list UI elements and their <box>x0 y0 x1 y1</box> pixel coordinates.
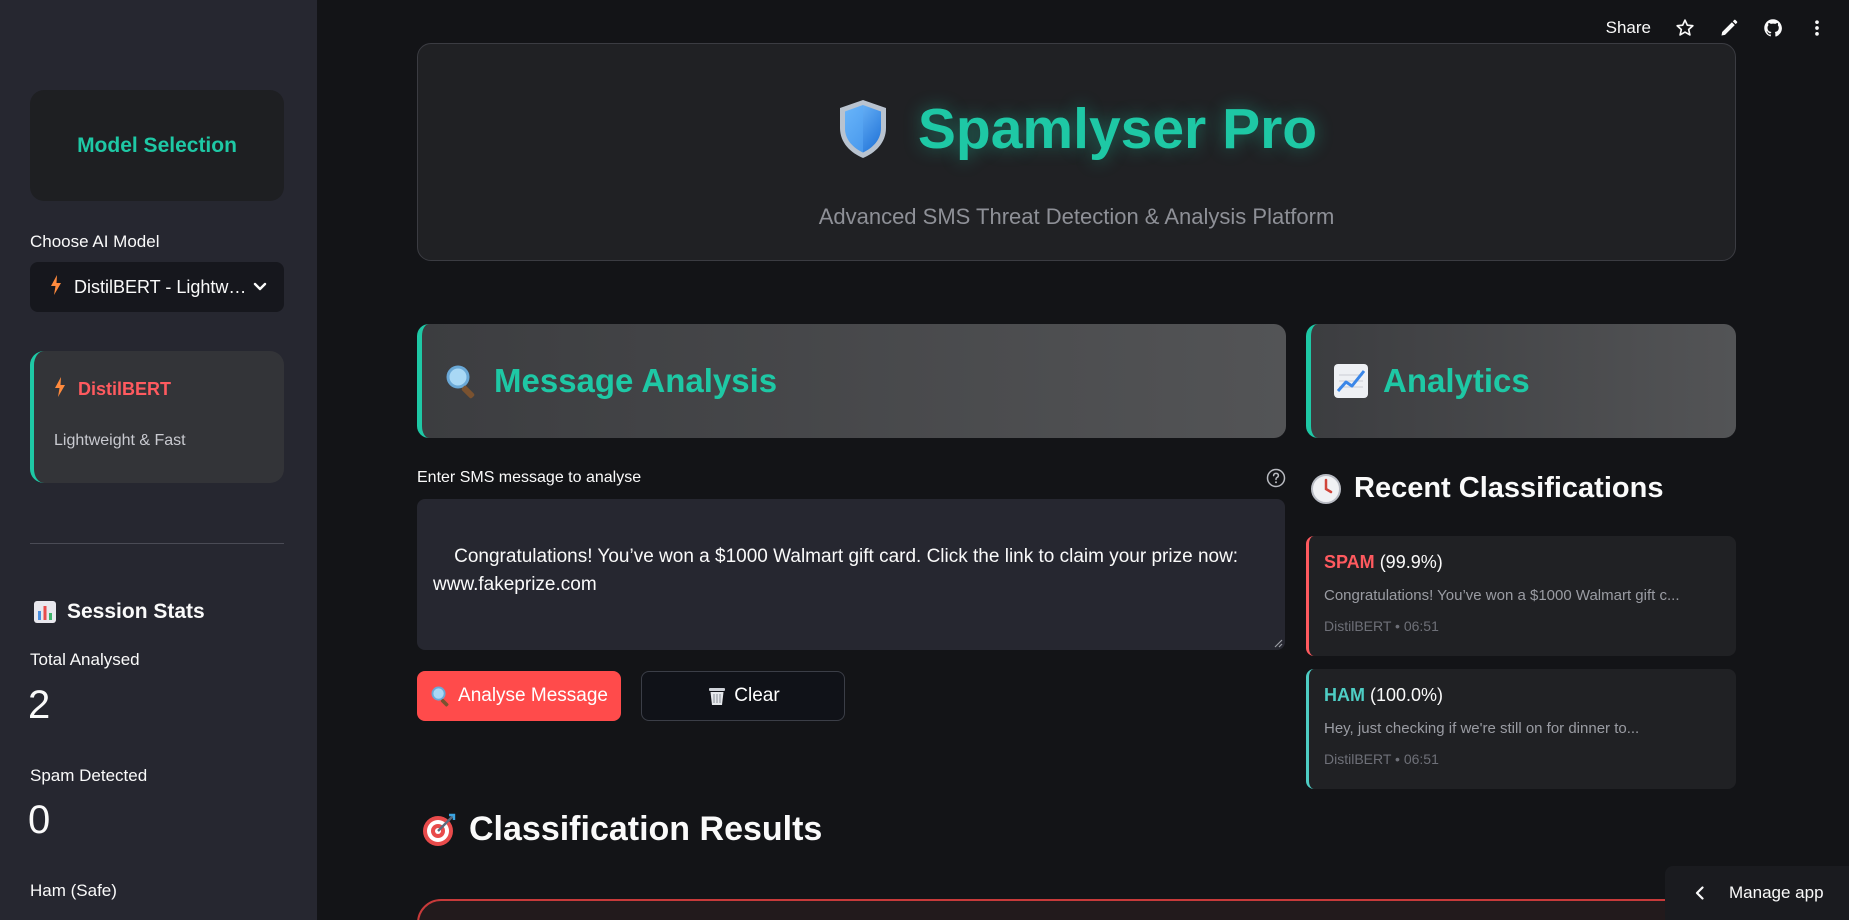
magnifier-icon <box>431 686 449 707</box>
model-info-card: DistilBERT Lightweight & Fast <box>30 351 284 483</box>
classification-results-title: Classification Results <box>469 810 823 848</box>
bar-chart-icon <box>34 601 56 623</box>
session-stats-title-row: Session Stats <box>33 600 205 624</box>
stat-ham-label: Ham (Safe) <box>30 881 117 900</box>
classification-meta: DistilBERT • 06:51 <box>1324 751 1439 767</box>
analytics-header: Analytics <box>1306 324 1736 438</box>
message-analysis-header: Message Analysis <box>417 324 1286 438</box>
bolt-icon <box>50 274 62 300</box>
classification-message-preview: Hey, just checking if we're still on for… <box>1324 720 1640 737</box>
github-icon[interactable] <box>1763 18 1783 38</box>
recent-classifications-title: Recent Classifications <box>1354 472 1664 504</box>
magnifier-icon <box>446 365 475 399</box>
model-select-value: DistilBERT - Lightweight & Fast <box>74 276 250 297</box>
stat-spam-label: Spam Detected <box>30 766 148 785</box>
share-button[interactable]: Share <box>1606 18 1651 38</box>
bolt-icon <box>54 377 66 402</box>
sidebar-divider <box>30 543 284 544</box>
sms-message-text: Congratulations! You’ve won a $1000 Walm… <box>433 546 1244 595</box>
analytics-title: Analytics <box>1383 362 1530 399</box>
header-title-row: Spamlyser Pro <box>418 96 1735 162</box>
clear-button[interactable]: Clear <box>641 671 845 721</box>
clock-icon <box>1311 473 1341 504</box>
app-subtitle: Advanced SMS Threat Detection & Analysis… <box>818 204 1335 229</box>
model-selection-title: Model Selection <box>77 133 237 157</box>
stat-spam-value: 0 <box>28 798 51 842</box>
chevron-left-icon <box>1695 886 1704 900</box>
recent-classification-card: SPAM (99.9%) Congratulations! You’ve won… <box>1306 536 1736 656</box>
model-info-title-row: DistilBERT <box>54 377 284 402</box>
sms-message-textarea[interactable]: Congratulations! You’ve won a $1000 Walm… <box>417 499 1285 650</box>
classification-message-preview: Congratulations! You’ve won a $1000 Walm… <box>1324 587 1680 604</box>
target-icon <box>423 813 456 846</box>
analyse-message-label: Analyse Message <box>458 685 608 706</box>
recent-classification-card: HAM (100.0%) Hey, just checking if we're… <box>1306 669 1736 789</box>
analyse-message-button[interactable]: Analyse Message <box>417 671 621 721</box>
classification-result-card <box>417 899 1737 920</box>
top-toolbar: Share <box>1606 18 1827 38</box>
trend-chart-icon <box>1334 364 1368 398</box>
clear-label: Clear <box>734 685 780 706</box>
classification-results-title-row: Classification Results <box>421 810 822 849</box>
session-stats-title: Session Stats <box>67 600 205 623</box>
shield-icon <box>839 100 886 158</box>
manage-app-button[interactable]: Manage app <box>1665 866 1849 920</box>
model-select[interactable]: DistilBERT - Lightweight & Fast <box>30 262 284 312</box>
app-root: Model Selection Choose AI Model DistilBE… <box>0 0 1849 920</box>
classification-meta: DistilBERT • 06:51 <box>1324 618 1439 634</box>
chevron-down-icon[interactable] <box>250 277 270 297</box>
choose-model-label: Choose AI Model <box>30 232 160 251</box>
recent-classifications-title-row: Recent Classifications <box>1310 472 1663 505</box>
resize-grip-icon[interactable] <box>1273 638 1283 648</box>
stat-total-label: Total Analysed <box>30 650 140 669</box>
stat-total-value: 2 <box>28 683 51 727</box>
classification-confidence: (99.9%) <box>1379 552 1443 572</box>
header-card: Spamlyser Pro Advanced SMS Threat Detect… <box>417 43 1736 261</box>
star-icon[interactable] <box>1675 18 1695 38</box>
wastebasket-icon <box>709 688 726 705</box>
message-analysis-title: Message Analysis <box>494 362 778 399</box>
recent-card-header: SPAM (99.9%) <box>1324 552 1736 573</box>
classification-label: HAM <box>1324 685 1365 705</box>
classification-label: SPAM <box>1324 552 1375 572</box>
app-title: Spamlyser Pro <box>917 97 1318 161</box>
help-circle-icon[interactable] <box>1266 468 1286 488</box>
more-vert-icon[interactable] <box>1807 18 1827 38</box>
manage-app-label: Manage app <box>1729 883 1824 902</box>
model-info-description: Lightweight & Fast <box>54 432 186 449</box>
sidebar: Model Selection Choose AI Model DistilBE… <box>0 0 317 920</box>
model-selection-card: Model Selection <box>30 90 284 201</box>
classification-confidence: (100.0%) <box>1370 685 1444 705</box>
recent-card-header: HAM (100.0%) <box>1324 685 1736 706</box>
sms-input-label: Enter SMS message to analyse <box>417 469 642 486</box>
model-info-title: DistilBERT <box>78 379 172 399</box>
edit-pencil-icon[interactable] <box>1719 18 1739 38</box>
